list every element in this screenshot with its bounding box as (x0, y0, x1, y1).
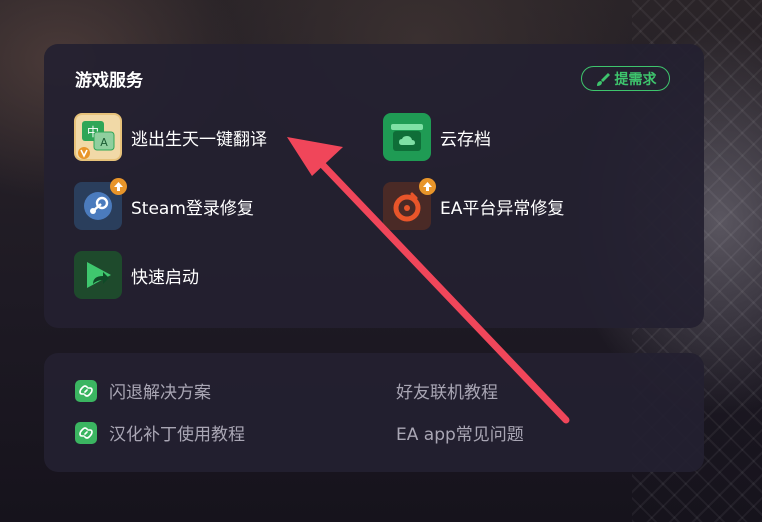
link-icon (75, 421, 97, 444)
link-crash-fix-label: 闪退解决方案 (109, 383, 211, 403)
section-title: 游戏服务 (75, 71, 143, 91)
cloud-save-icon (383, 113, 431, 161)
link-localization-patch-label: 汉化补丁使用教程 (109, 425, 245, 445)
service-quick-launch-label: 快速启动 (131, 267, 199, 288)
link-ea-app-faq-label: EA app常见问题 (396, 425, 524, 445)
translate-icon: 中 A (74, 113, 122, 161)
link-crash-fix[interactable]: 闪退解决方案 (75, 378, 211, 403)
link-ea-app-faq[interactable]: EA app常见问题 (396, 420, 524, 445)
service-cloud-save[interactable]: 云存档 (383, 113, 491, 161)
link-friend-online-label: 好友联机教程 (396, 383, 498, 403)
request-button[interactable]: 提需求 (581, 66, 670, 91)
ea-origin-icon (383, 178, 436, 230)
brush-icon (595, 71, 611, 87)
help-links-panel: 闪退解决方案 好友联机教程 汉化补丁使用教程 EA app常见问题 (44, 353, 704, 472)
translate-icon-en: A (100, 136, 108, 149)
service-ea-fix[interactable]: EA平台异常修复 (383, 178, 565, 230)
steam-icon (74, 178, 127, 230)
service-translate[interactable]: 中 A 逃出生天一键翻译 (74, 113, 267, 161)
service-quick-launch[interactable]: 快速启动 (74, 251, 199, 299)
service-cloud-save-label: 云存档 (440, 129, 491, 150)
update-badge-icon (110, 178, 127, 195)
link-icon (75, 379, 97, 402)
service-steam-fix-label: Steam登录修复 (131, 198, 254, 219)
service-ea-fix-label: EA平台异常修复 (440, 198, 565, 219)
request-button-label: 提需求 (614, 71, 657, 88)
service-translate-label: 逃出生天一键翻译 (131, 129, 267, 150)
link-friend-online[interactable]: 好友联机教程 (396, 378, 498, 403)
update-badge-icon (419, 178, 436, 195)
game-services-panel: 游戏服务 提需求 中 A 逃出生天一键翻译 云存档 Steam登录修复 EA平台… (44, 44, 704, 328)
quick-launch-icon (74, 251, 122, 299)
service-steam-fix[interactable]: Steam登录修复 (74, 178, 254, 230)
link-localization-patch[interactable]: 汉化补丁使用教程 (75, 420, 245, 445)
